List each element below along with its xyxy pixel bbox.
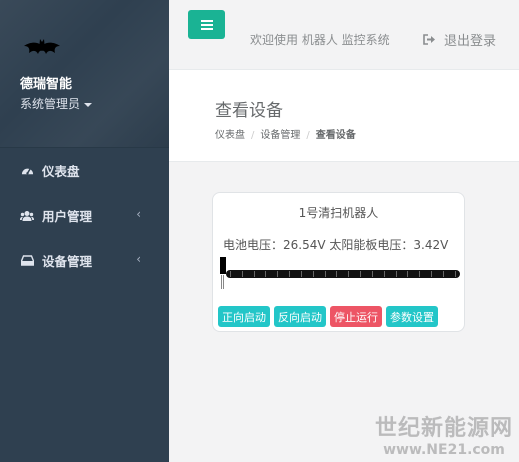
breadcrumb-separator: / bbox=[251, 130, 255, 141]
profile-panel: 德瑞智能 系统管理员 bbox=[0, 0, 169, 148]
bat-logo-icon bbox=[24, 39, 60, 54]
hamburger-icon bbox=[200, 19, 213, 30]
hdd-icon bbox=[20, 254, 34, 268]
sidebar-item-label: 用户管理 bbox=[42, 209, 93, 224]
user-role-label: 系统管理员 bbox=[20, 97, 81, 111]
device-card: 1号清扫机器人 电池电压：26.54V 太阳能板电压：3.42V 正向启动 反向… bbox=[212, 192, 465, 332]
chevron-left-icon: ‹ bbox=[136, 207, 141, 221]
breadcrumb-item-dashboard[interactable]: 仪表盘 bbox=[215, 130, 245, 141]
sidebar-item-label: 设备管理 bbox=[42, 254, 93, 269]
sidebar-item-label: 仪表盘 bbox=[42, 164, 80, 179]
site-watermark: 世纪新能源网 www.NE21.com bbox=[375, 410, 513, 458]
sidebar-item-devices[interactable]: 设备管理 ‹ bbox=[0, 238, 169, 283]
watermark-url: www.NE21.com bbox=[383, 442, 505, 458]
caret-down-icon bbox=[84, 102, 93, 107]
company-name: 德瑞智能 bbox=[20, 77, 73, 92]
page-heading: 查看设备 仪表盘 / 设备管理 / 查看设备 bbox=[169, 70, 519, 162]
robot-icon bbox=[221, 275, 224, 289]
breadcrumb-separator: / bbox=[306, 130, 310, 141]
device-name: 1号清扫机器人 bbox=[298, 206, 379, 220]
stop-button[interactable]: 停止运行 bbox=[330, 306, 382, 327]
watermark-site-name: 世纪新能源网 bbox=[374, 415, 513, 441]
breadcrumb-item-current: 查看设备 bbox=[315, 130, 356, 141]
dashboard-icon bbox=[20, 164, 34, 178]
nav-list: 仪表盘 用户管理 ‹ 设备管理 ‹ bbox=[0, 148, 169, 283]
robot-position-marker bbox=[220, 257, 226, 274]
device-voltage-readout: 电池电压：26.54V 太阳能板电压：3.42V bbox=[223, 238, 449, 252]
top-navbar: 欢迎使用 机器人 监控系统 退出登录 bbox=[169, 0, 519, 70]
chevron-left-icon: ‹ bbox=[136, 252, 141, 266]
breadcrumb: 仪表盘 / 设备管理 / 查看设备 bbox=[215, 126, 356, 141]
logout-link[interactable]: 退出登录 bbox=[423, 30, 496, 49]
user-role-dropdown[interactable]: 系统管理员 bbox=[20, 95, 169, 113]
track-ticks bbox=[230, 271, 456, 277]
page-title: 查看设备 bbox=[215, 101, 283, 121]
menu-toggle-button[interactable] bbox=[188, 10, 225, 39]
logout-label: 退出登录 bbox=[444, 34, 497, 49]
users-icon bbox=[20, 209, 34, 223]
forward-start-button[interactable]: 正向启动 bbox=[218, 306, 270, 327]
reverse-start-button[interactable]: 反向启动 bbox=[274, 306, 326, 327]
welcome-message: 欢迎使用 机器人 监控系统 bbox=[250, 33, 390, 47]
sidebar-item-users[interactable]: 用户管理 ‹ bbox=[0, 193, 169, 238]
breadcrumb-item-devices[interactable]: 设备管理 bbox=[260, 130, 300, 141]
robot-track-graphic bbox=[220, 257, 460, 297]
sidebar-item-dashboard[interactable]: 仪表盘 bbox=[0, 148, 169, 193]
device-actions: 正向启动 反向启动 停止运行 参数设置 bbox=[218, 306, 438, 327]
settings-button[interactable]: 参数设置 bbox=[386, 306, 438, 327]
sidebar: 德瑞智能 系统管理员 仪表盘 用户管理 ‹ 设备管理 ‹ bbox=[0, 0, 169, 462]
sign-out-icon bbox=[423, 34, 435, 45]
